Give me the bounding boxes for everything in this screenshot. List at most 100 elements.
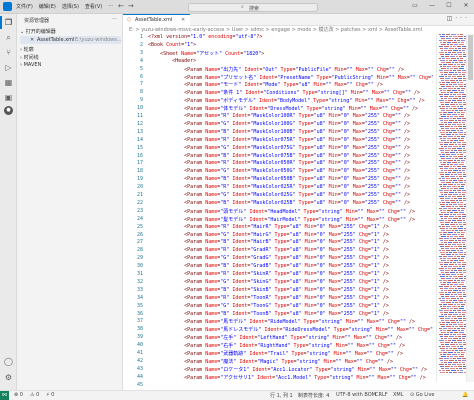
back-arrow-icon[interactable]: ← [118,2,128,10]
maven-section[interactable]: › MAVEN [20,62,41,68]
menu-edit[interactable]: 编辑(E) [39,3,56,10]
code-line[interactable]: <Param Name="G" Ident="MaskColor025G" Ty… [148,192,410,198]
extensions-icon[interactable]: ▦ [3,77,14,88]
code-line[interactable]: <Param Name="G" Ident="ToonG" Type="u8" … [148,303,389,309]
remote-explorer-icon[interactable]: ▣ [3,92,14,103]
code-line[interactable]: <Param Name="体モデル" Ident="DressModel" Ty… [148,105,418,112]
close-icon[interactable]: ✕ [462,2,470,9]
code-token: Max [363,216,376,223]
timeline-section[interactable]: › 时间线 [20,54,39,61]
code-editor[interactable]: <?xml version="1.0" encoding="utf-8"?> <B… [148,34,433,382]
code-line[interactable]: <Param Name="R" Ident="SkinR" Type="u8" … [148,271,389,277]
vertical-scrollbar[interactable] [466,34,474,382]
command-center[interactable]: ⌕ 搜索 [188,3,318,12]
folder-section[interactable]: › 轮廓 [20,46,34,53]
go-live-button[interactable]: ⊙ Go Live [410,392,435,398]
settings-gear-icon[interactable]: ⚙ [3,372,14,383]
code-line[interactable]: <?xml version="1.0" encoding="utf-8"?> [148,34,262,40]
minimap-stripe [444,142,449,143]
layout-icon[interactable]: ▭ [411,2,419,9]
code-line[interactable]: <Param Name="R" Ident="MaskColor025R" Ty… [148,184,410,190]
more-actions-icon[interactable]: ··· [112,16,117,22]
code-line[interactable]: <Param Name="髪モデル" Ident="HairModel" Typ… [148,216,415,223]
code-line[interactable]: <Param Name="条件 1" Ident="Conditions" Ty… [148,89,420,96]
menu-selection[interactable]: 选择(S) [62,3,79,10]
minimap-stripe [445,172,447,173]
code-line[interactable]: <Param Name="G" Ident="GradG" Type="u8" … [148,255,389,261]
menu-more[interactable]: ··· [108,3,113,10]
code-line[interactable]: <Param Name="馬モデル" Ident="RideModel" Typ… [148,318,415,325]
code-line[interactable]: <Param Name="プリセット名" Ident="PresetName" … [148,74,433,81]
close-icon[interactable]: ✕ [30,37,34,43]
code-line[interactable]: <Param Name="R" Ident="MaskColor075R" Ty… [148,137,410,143]
code-line[interactable]: <Param Name="R" Ident="ToonR" Type="u8" … [148,295,389,301]
indentation[interactable]: 制表符长度: 4 [298,392,329,399]
code-line[interactable]: <Param Name="ロケータ1" Ident="Acc1.Locator"… [148,366,427,373]
code-line[interactable]: <Param Name="G" Ident="MaskColor075G" Ty… [148,145,410,151]
code-line[interactable]: <Param Name="B" Ident="GradB" Type="u8" … [148,263,389,269]
close-icon[interactable]: ✕ [181,17,185,23]
minimize-icon[interactable]: — [428,2,436,9]
code-line[interactable]: <Param Name="B" Ident="MaskColor050B" Ty… [148,176,410,182]
menu-view[interactable]: 查看(V) [85,3,102,10]
code-line[interactable]: <Sheet Name="アセット" Count="1820"> [148,50,264,57]
code-line[interactable]: <Param Name="モード" Ident="Mode" Type="u8"… [148,81,383,88]
code-line[interactable]: <Param Name="R" Ident="MaskColor050R" Ty… [148,160,410,166]
minimap[interactable] [436,34,467,382]
code-line[interactable]: <Param Name="B" Ident="HairB" Type="u8" … [148,239,389,245]
split-editor-icon[interactable]: ◫ [447,15,456,22]
code-line[interactable]: <Param Name="G" Ident="HairG" Type="u8" … [148,232,389,238]
errors-count[interactable]: ⊗ 0 [14,392,23,398]
scrollbar-thumb[interactable] [468,35,473,80]
code-token: "u8" [289,239,302,246]
code-line[interactable]: <Param Name="B" Ident="SkinB" Type="u8" … [148,287,389,293]
warnings-count[interactable]: ⚠ 0 [30,392,39,398]
code-line[interactable]: <Param Name="G" Ident="MaskColor100G" Ty… [148,121,410,127]
run-debug-icon[interactable]: ▷ [3,62,14,73]
open-editor-item[interactable]: ✕ AssetTable.xml E:\yuzu-windows... [20,36,122,44]
code-line[interactable]: <Param Name="左手" Ident="LeftHand" Type="… [148,334,402,341]
code-line[interactable]: <Param Name="R" Ident="MaskColor100R" Ty… [148,113,410,119]
code-line[interactable]: <Param Name="B" Ident="MaskColor025B" Ty… [148,200,410,206]
account-icon[interactable]: ◯ [3,356,14,367]
maximize-icon[interactable]: ☐ [445,2,453,9]
code-line[interactable]: <Param Name="G" Ident="SkinG" Type="u8" … [148,279,389,285]
minimap-stripe [458,138,460,139]
language-mode[interactable]: XML [393,392,404,398]
code-line[interactable]: <Param Name="R" Ident="HairR" Type="u8" … [148,224,389,230]
code-line[interactable]: <Book Count="1"> [148,42,196,48]
remote-icon[interactable]: ⋈ [0,391,9,400]
line-ending[interactable]: CRLF [375,392,388,398]
open-editors-section[interactable]: ⌄ 打开的编辑器 [20,28,56,35]
minimap-stripe [447,212,449,213]
code-line[interactable]: <Param Name="B" Ident="MaskColor100B" Ty… [148,129,410,135]
code-line[interactable]: <Param Name="B" Ident="MaskColor075B" Ty… [148,153,410,159]
code-line[interactable]: <Param Name="アクセサリ1" Ident="Acc1.Model" … [148,374,426,381]
code-line[interactable]: <Param Name="R" Ident="GradR" Type="u8" … [148,247,389,253]
more-actions-icon[interactable]: ··· [455,15,470,22]
code-token: "u8" [313,160,326,167]
ports-count[interactable]: ⚡ 0 [46,392,54,398]
minimap-stripe [459,212,464,213]
menu-file[interactable]: 文件(F) [16,3,33,10]
code-line[interactable]: <Param Name="B" Ident="ToonB" Type="u8" … [148,311,389,317]
code-line[interactable]: <Param Name="武器軌跡" Ident="Trail" Type="s… [148,350,403,357]
search-icon[interactable]: ⌕ [3,32,14,43]
explorer-icon[interactable]: ❐ [0,16,14,29]
code-line[interactable]: <Header> [148,58,196,64]
source-control-icon[interactable]: ⑂ [3,47,14,58]
encoding[interactable]: UTF-8 with BOM [336,392,376,398]
code-line[interactable]: <Param Name="馬ドレスモデル" Ident="RideDressMo… [148,326,433,333]
code-line[interactable]: <Param Name="魔法" Ident="Magic" Type="str… [148,358,393,365]
docker-icon[interactable]: ● [4,106,13,115]
code-line[interactable]: <Param Name="G" Ident="MaskColor050G" Ty… [148,168,410,174]
notifications-bell-icon[interactable]: 🔔 [462,392,468,398]
code-line[interactable]: <Param Name="頭モデル" Ident="HeadModel" Typ… [148,208,415,215]
tab-assettable-xml[interactable]: ⟨⟩ AssetTable.xml ✕ [123,14,190,26]
cursor-position[interactable]: 行 1, 列 1 [270,392,293,399]
code-line[interactable]: <Param Name="ボディモデル" Ident="BodyModel" T… [148,97,425,104]
code-line[interactable]: <Param Name="出力先" Ident="Out" Type="Publ… [148,66,404,73]
code-line[interactable]: <Param Name="右手" Ident="RightHand" Type=… [148,342,405,349]
breadcrumb[interactable]: E: > yuzu-windows-msvc-early-access > Us… [123,26,423,34]
forward-arrow-icon[interactable]: → [128,2,138,10]
